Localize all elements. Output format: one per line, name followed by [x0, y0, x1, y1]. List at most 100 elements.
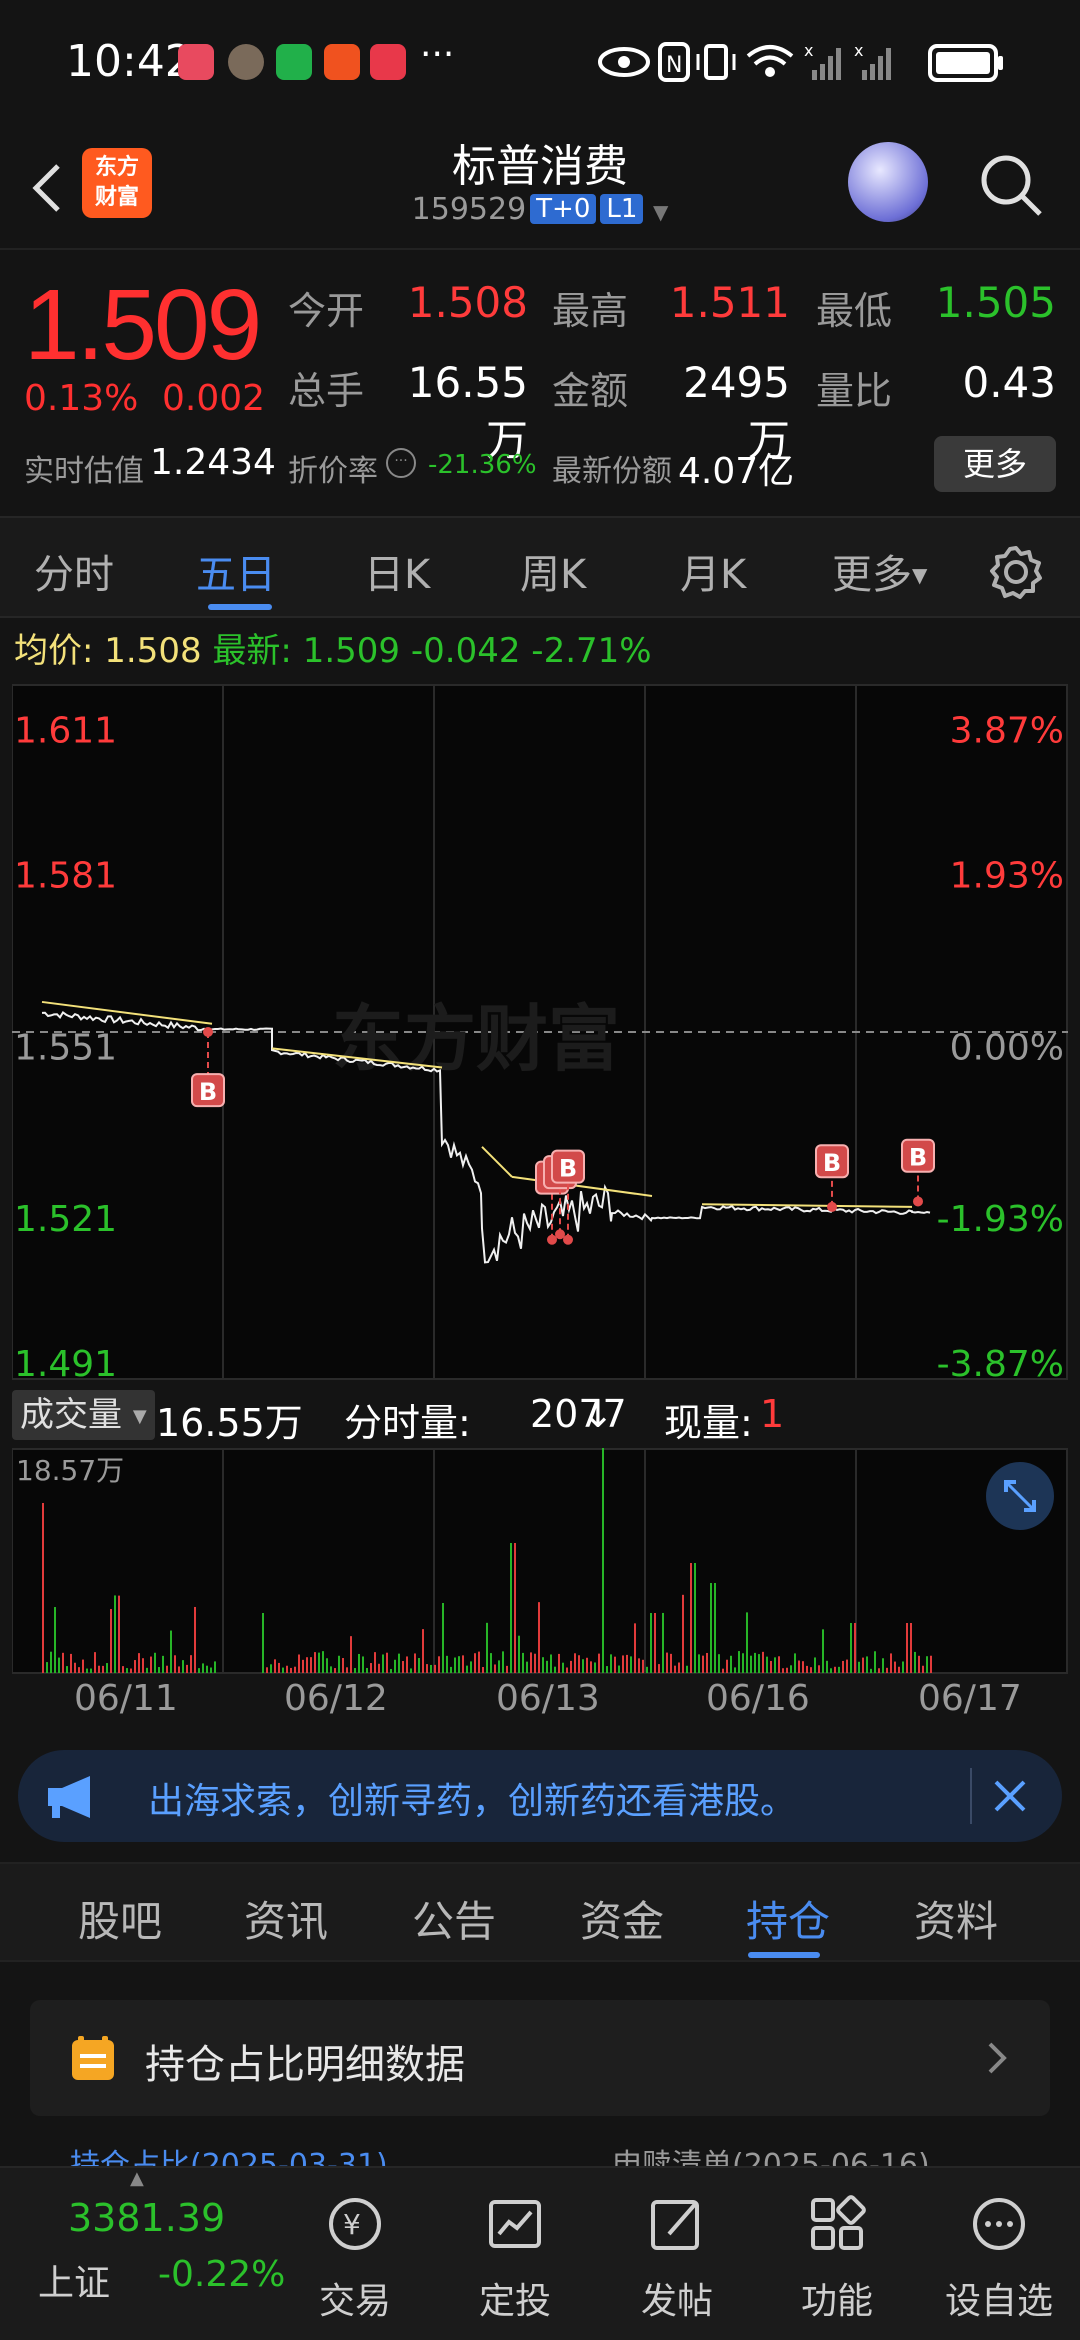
tab-daily-k[interactable]: 日K	[364, 542, 430, 600]
y-tick-right: -1.93%	[937, 1199, 1064, 1240]
holdings-detail-card[interactable]: 持仓占比明细数据	[30, 2000, 1050, 2116]
volume-bar	[486, 1622, 488, 1673]
volume-bar	[778, 1656, 780, 1673]
volume-bar	[178, 1666, 180, 1673]
volume-indicator-select[interactable]: 成交量 ▼	[12, 1390, 155, 1440]
volume-bar	[430, 1664, 432, 1673]
assistant-robot-icon[interactable]	[848, 142, 928, 222]
volume-bar	[650, 1613, 652, 1673]
nav-label: 发帖	[640, 2281, 713, 2322]
grid-icon	[811, 2195, 866, 2250]
volume-bar	[374, 1652, 376, 1673]
volume-bar	[862, 1657, 864, 1673]
nav-label: 功能	[800, 2281, 873, 2322]
nav-fixed-invest[interactable]: 定投	[440, 2168, 590, 2340]
volume-bar	[42, 1503, 44, 1673]
volume-bar	[426, 1664, 428, 1673]
latest-value: 1.509	[302, 631, 401, 671]
amount-label: 金额	[552, 369, 629, 413]
volume-bar	[182, 1660, 184, 1673]
buy-marker-label: B	[559, 1155, 577, 1183]
expand-chart-icon	[986, 1462, 1054, 1530]
volume-bar	[706, 1652, 708, 1673]
svg-text:¥: ¥	[343, 2208, 361, 2241]
volume-bar	[750, 1655, 752, 1673]
chart-frame-icon	[489, 2200, 541, 2248]
volume-bar	[738, 1651, 740, 1673]
buy-marker-label: B	[909, 1144, 927, 1172]
high-label: 最高	[552, 289, 629, 333]
volume-bar	[766, 1656, 768, 1673]
tab-announcements[interactable]: 公告	[412, 1888, 496, 1949]
tab-profile[interactable]: 资料	[914, 1888, 998, 1949]
svg-text:N: N	[666, 53, 682, 78]
buy-marker-label: B	[199, 1078, 217, 1106]
volume-bar	[854, 1623, 856, 1673]
index-ticker[interactable]: ▲ 3381.39 上证 -0.22%	[0, 2168, 300, 2340]
volume-bar	[598, 1653, 600, 1673]
five-day-price-chart[interactable]: 东方财富 1.611 1.581 1.551 1.521 1.491 3.87% 1.93…	[12, 684, 1068, 1380]
open-label: 今开	[288, 289, 365, 333]
buy-marker-dot	[827, 1201, 837, 1212]
volume-bar	[206, 1665, 208, 1673]
volume-bar	[554, 1666, 556, 1673]
volume-bar	[494, 1664, 496, 1673]
volume-bar	[534, 1653, 536, 1673]
tab-intraday[interactable]: 分时	[34, 542, 114, 600]
volume-bar	[802, 1661, 804, 1673]
date-label: 06/11	[74, 1678, 178, 1719]
volume-bars	[42, 1448, 932, 1673]
volume-bar	[610, 1654, 612, 1673]
discount-value: -21.36%	[428, 450, 537, 480]
quote-more-button[interactable]: 更多	[934, 436, 1056, 492]
card-title: 持仓占比明细数据	[145, 2042, 465, 2088]
latest-label: 最新:	[212, 631, 292, 671]
volume-chart[interactable]: 18.57万	[12, 1448, 1068, 1674]
chart-legend: 均价: 1.508 最新: 1.509 -0.042 -2.71%	[0, 620, 1080, 682]
nav-functions[interactable]: 功能	[762, 2168, 912, 2340]
volume-bar	[922, 1665, 924, 1673]
promo-banner[interactable]: 出海求索，创新寻药，创新药还看港股。	[18, 1750, 1062, 1842]
tab-monthly-k[interactable]: 月K	[680, 542, 746, 600]
tab-weekly-k[interactable]: 周K	[520, 542, 586, 600]
avg-line	[481, 1146, 513, 1178]
info-icon[interactable]: ···	[386, 448, 416, 478]
settings-gear-icon[interactable]	[988, 544, 1044, 600]
signal-icon-1: x	[804, 41, 841, 80]
tab-news[interactable]: 资讯	[244, 1888, 328, 1949]
search-icon[interactable]	[976, 150, 1046, 220]
tab-forum[interactable]: 股吧	[78, 1888, 162, 1949]
caret-down-icon: ▼	[132, 1406, 147, 1427]
volume-bar	[434, 1664, 436, 1673]
tab-holdings[interactable]: 持仓	[746, 1888, 830, 1949]
nav-add-watchlist[interactable]: 设自选	[924, 2168, 1074, 2340]
volume-bar	[722, 1668, 724, 1673]
volume-bar	[102, 1665, 104, 1673]
volume-bar	[370, 1663, 372, 1673]
close-icon[interactable]	[990, 1776, 1030, 1816]
nav-post[interactable]: 发帖	[602, 2168, 752, 2340]
nav-label: 定投	[478, 2281, 551, 2322]
svg-text:x: x	[804, 41, 813, 60]
volume-bar	[726, 1659, 728, 1673]
volume-bar	[366, 1667, 368, 1673]
volume-bar	[834, 1666, 836, 1673]
y-tick-right: 1.93%	[950, 856, 1064, 897]
volume-bar	[882, 1658, 884, 1673]
nav-trade[interactable]: ¥ 交易	[280, 2168, 430, 2340]
volume-bar	[914, 1651, 916, 1673]
volume-bar	[754, 1652, 756, 1673]
tab-more[interactable]: 更多▼	[832, 542, 927, 600]
volume-bar	[46, 1662, 48, 1673]
volume-bar	[414, 1653, 416, 1673]
tab-capital[interactable]: 资金	[580, 1888, 664, 1949]
volume-bar	[586, 1657, 588, 1673]
volume-bar	[630, 1656, 632, 1673]
active-tab-indicator	[748, 1952, 820, 1958]
volume-bar	[590, 1661, 592, 1673]
tab-five-day[interactable]: 五日	[196, 542, 276, 600]
volume-bar	[154, 1652, 156, 1673]
volume-bar	[398, 1653, 400, 1673]
volume-bar	[462, 1655, 464, 1673]
chevron-right-icon	[988, 2042, 1007, 2074]
